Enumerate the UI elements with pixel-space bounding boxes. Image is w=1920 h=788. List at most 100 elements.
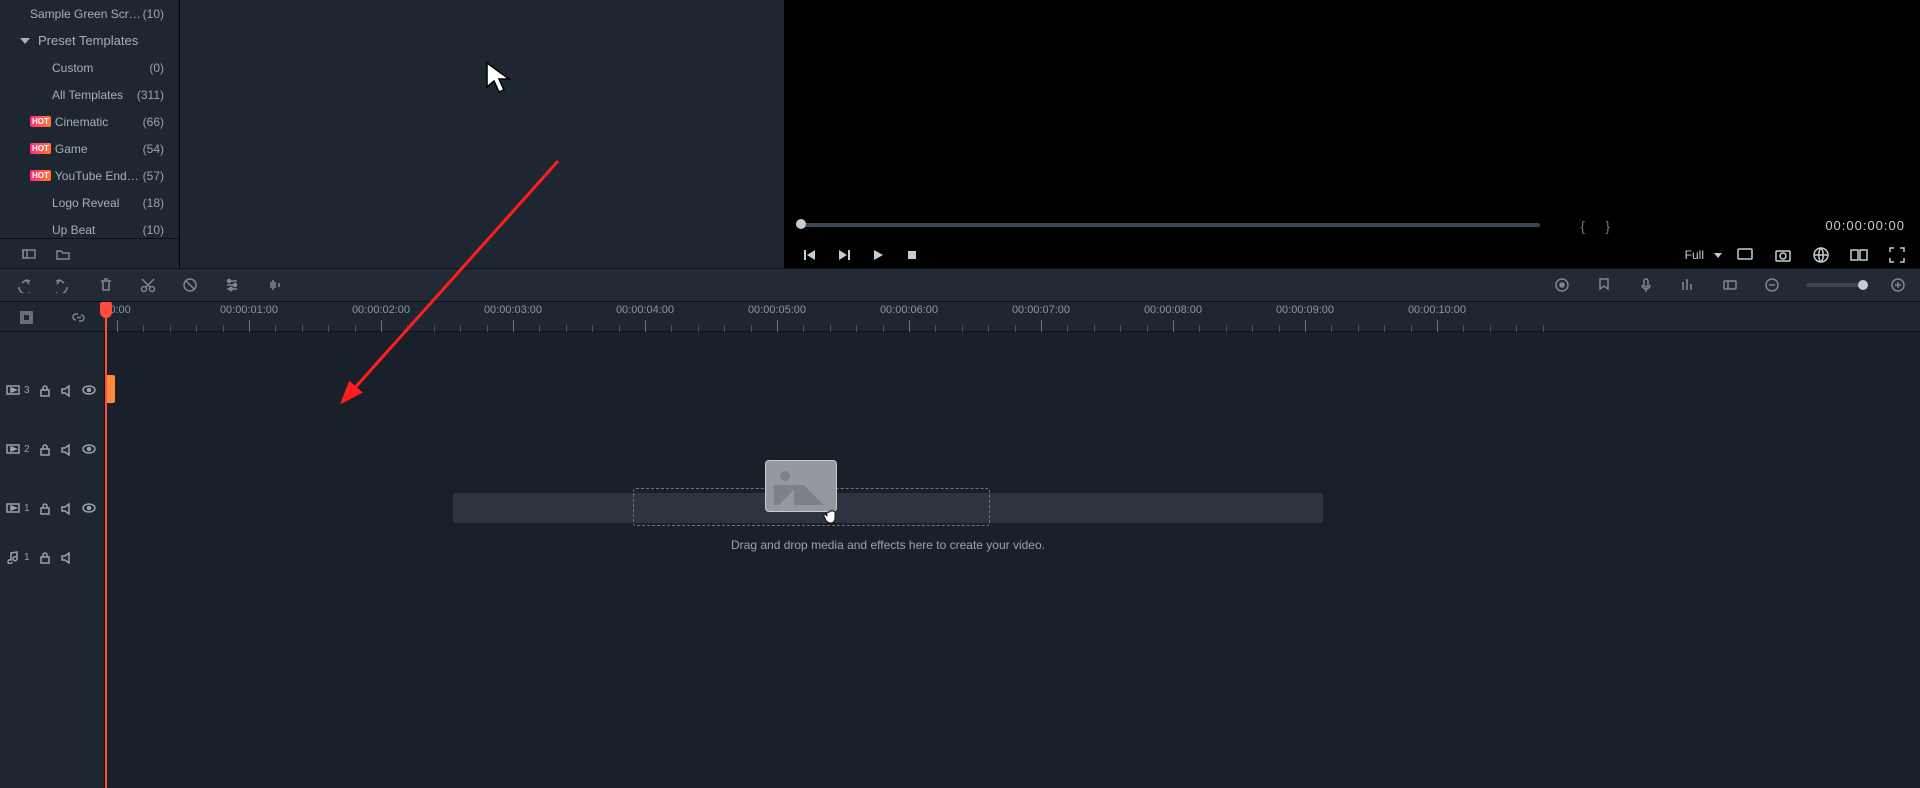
crop-icon[interactable] [182,277,198,293]
preview-quality-value: Full [1685,248,1704,262]
playhead-handle[interactable] [100,302,112,318]
mark-out-icon[interactable]: } [1605,218,1610,234]
zoom-slider[interactable] [1806,283,1864,287]
category-label: Logo Reveal [52,196,143,210]
video-track-icon [6,383,20,397]
chevron-down-icon [20,38,30,44]
display-settings-icon[interactable] [1736,246,1754,264]
category-label: YouTube Endscr... [55,169,143,183]
prev-frame-button[interactable] [793,248,827,262]
category-item-sample[interactable]: Sample Green Scre... (10) [0,0,179,27]
video-track-icon [6,501,20,515]
ruler-label: 00:00:07:00 [1012,304,1070,316]
fullscreen-icon[interactable] [1888,246,1906,264]
dragging-thumbnail [765,460,837,512]
preview-scrubber[interactable] [796,219,1540,229]
hot-badge: HOT [30,170,51,181]
video-track-icon [6,442,20,456]
timeline-tracks: 3 2 1 1 Drag and drop media and effects her… [0,332,1920,788]
lock-icon[interactable] [38,383,52,397]
category-label: Game [55,142,143,156]
link-icon[interactable] [71,310,86,325]
category-count: (66) [143,115,164,129]
video-track-header[interactable]: 1 [0,494,105,522]
video-track-header[interactable]: 3 [0,376,105,404]
annotation-cursor-icon [485,61,513,95]
preview-quality-select[interactable]: Full [1685,248,1722,262]
sidebar-bottom-tools [0,238,179,268]
ruler-label: 00:00:09:00 [1276,304,1334,316]
compare-icon[interactable] [1850,246,1868,264]
redo-icon[interactable] [56,277,72,293]
mark-in-icon[interactable]: { [1580,218,1585,234]
mute-icon[interactable] [60,442,74,456]
lock-icon[interactable] [38,442,52,456]
drop-zone[interactable]: Drag and drop media and effects here to … [453,488,1323,538]
category-item[interactable]: HOTGame(54) [0,135,179,162]
snapshot-icon[interactable] [1774,246,1792,264]
lock-icon[interactable] [38,550,52,564]
adjust-icon[interactable] [224,277,240,293]
keyframe-tool-icon[interactable] [1722,277,1738,293]
voiceover-icon[interactable] [1638,277,1654,293]
marker-icon[interactable] [1596,277,1612,293]
zoom-out-icon[interactable] [1764,277,1780,293]
transport-bar: Full [793,243,1920,267]
audio-adjust-icon[interactable] [266,277,282,293]
category-label: Cinematic [55,115,143,129]
category-count: (10) [143,7,164,21]
undo-icon[interactable] [14,277,30,293]
scrubber-head[interactable] [796,219,806,229]
category-count: (18) [143,196,164,210]
category-count: (10) [143,223,164,237]
category-count: (54) [143,142,164,156]
category-count: (311) [137,88,164,102]
visibility-icon[interactable] [82,383,96,397]
cut-icon[interactable] [140,277,156,293]
audio-mixer-icon[interactable] [1680,277,1696,293]
stop-button[interactable] [895,248,929,262]
drop-zone-hint: Drag and drop media and effects here to … [731,538,1045,552]
track-index: 1 [24,552,30,563]
audio-track-icon [6,550,20,564]
visibility-icon[interactable] [82,442,96,456]
category-label: All Templates [52,88,137,102]
category-sidebar: Sample Green Scre... (10) Preset Templat… [0,0,180,268]
ruler-label: 00:00:01:00 [220,304,278,316]
zoom-in-icon[interactable] [1890,277,1906,293]
track-index: 2 [24,444,30,455]
track-index: 3 [24,385,30,396]
audio-track-header[interactable]: 1 [0,543,105,571]
category-header-label: Preset Templates [38,33,164,48]
category-item[interactable]: HOTYouTube Endscr...(57) [0,162,179,189]
annotation-arrow [329,146,573,415]
lock-icon[interactable] [38,501,52,515]
delete-icon[interactable] [98,277,114,293]
grid-view-icon[interactable] [22,247,36,261]
next-frame-button[interactable] [827,248,861,262]
play-button[interactable] [861,248,895,262]
track-headers: 3 2 1 1 [0,332,105,788]
render-icon[interactable] [1554,277,1570,293]
category-item[interactable]: Logo Reveal(18) [0,189,179,216]
track-index: 1 [24,503,30,514]
ruler-label: 00:00:10:00 [1408,304,1466,316]
mute-icon[interactable] [60,550,74,564]
visibility-icon[interactable] [82,501,96,515]
category-item[interactable]: Custom(0) [0,54,179,81]
mute-icon[interactable] [60,501,74,515]
category-item[interactable]: HOT Cinematic(66) [0,108,179,135]
ruler-label: 00:00:05:00 [748,304,806,316]
vr-icon[interactable] [1812,246,1830,264]
mute-icon[interactable] [60,383,74,397]
timeline-toolbar [0,268,1920,302]
folder-icon[interactable] [56,247,70,261]
hot-badge: HOT [30,116,51,127]
category-item[interactable]: All Templates(311) [0,81,179,108]
playhead[interactable] [105,302,107,788]
ruler-label: 00:00:04:00 [616,304,674,316]
video-track-header[interactable]: 2 [0,435,105,463]
category-header-preset-templates[interactable]: Preset Templates [0,27,179,54]
match-frame-icon[interactable] [19,310,34,325]
timeline-ruler[interactable]: 00:0000:00:01:0000:00:02:0000:00:03:0000… [0,302,1920,332]
